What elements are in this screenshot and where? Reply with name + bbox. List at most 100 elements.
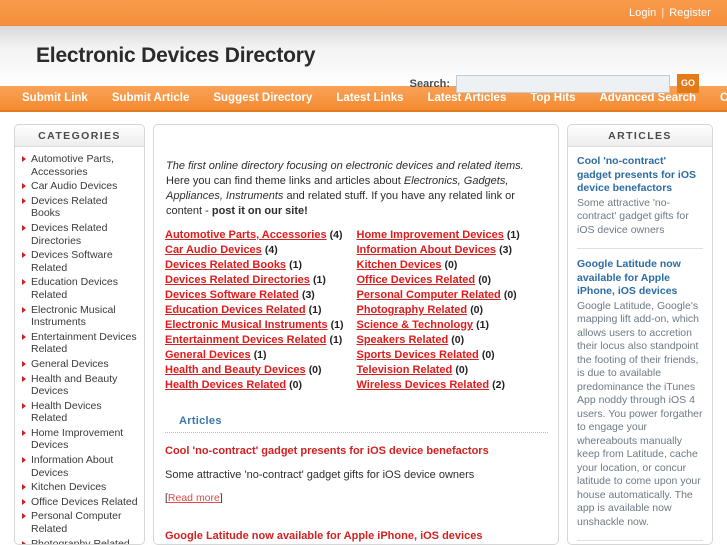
category-link-row[interactable]: Sports Devices Related (0): [357, 348, 549, 363]
category-link-row[interactable]: Photography Related (0): [357, 303, 549, 318]
category-link-row[interactable]: Electronic Musical Instruments (1): [165, 318, 357, 333]
category-link-label[interactable]: Television Related: [357, 364, 453, 376]
nav-item-suggest-directory[interactable]: Suggest Directory: [201, 92, 324, 104]
category-link-row[interactable]: Education Devices Related (1): [165, 303, 357, 318]
category-link-label[interactable]: Kitchen Devices: [357, 259, 442, 271]
category-link-row[interactable]: Devices Related Books (1): [165, 258, 357, 273]
category-link-count: (1): [312, 274, 326, 286]
category-link-row[interactable]: Devices Related Directories (1): [165, 273, 357, 288]
category-link-label[interactable]: Entertainment Devices Related: [165, 334, 326, 346]
sidebar-item-health-and-beauty-devices[interactable]: Health and Beauty Devices: [22, 373, 139, 398]
category-link-label[interactable]: Education Devices Related: [165, 304, 306, 316]
sidebar-item-devices-related-directories[interactable]: Devices Related Directories: [22, 222, 139, 247]
sidebar-item-label[interactable]: General Devices: [31, 358, 109, 370]
sidebar-item-label[interactable]: Car Audio Devices: [31, 180, 117, 192]
sidebar-item-electronic-musical-instruments[interactable]: Electronic Musical Instruments: [22, 304, 139, 329]
sidebar-item-general-devices[interactable]: General Devices: [22, 358, 139, 371]
sidebar-item-devices-software-related[interactable]: Devices Software Related: [22, 249, 139, 274]
category-link-label[interactable]: Electronic Musical Instruments: [165, 319, 328, 331]
category-link-row[interactable]: General Devices (1): [165, 348, 357, 363]
register-link[interactable]: Register: [669, 7, 711, 19]
category-link-label[interactable]: Devices Related Books: [165, 259, 286, 271]
category-link-count: (3): [301, 289, 315, 301]
category-link-label[interactable]: Wireless Devices Related: [357, 379, 490, 391]
sidebar-item-automotive-parts-accessories[interactable]: Automotive Parts, Accessories: [22, 153, 139, 178]
nav-item-contact[interactable]: Contact: [708, 92, 727, 104]
sidebar-item-label[interactable]: Electronic Musical Instruments: [31, 304, 116, 329]
category-link-label[interactable]: Health Devices Related: [165, 379, 286, 391]
sidebar-article-title[interactable]: Cool 'no-contract' gadget presents for i…: [577, 155, 703, 196]
category-link-label[interactable]: Sports Devices Related: [357, 349, 479, 361]
category-link-label[interactable]: Science & Technology: [357, 319, 474, 331]
sidebar-item-personal-computer-related[interactable]: Personal Computer Related: [22, 510, 139, 535]
sidebar-item-label[interactable]: Office Devices Related: [31, 496, 138, 508]
sidebar-item-education-devices-related[interactable]: Education Devices Related: [22, 276, 139, 301]
read-more-link[interactable]: Read more: [168, 492, 220, 504]
nav-item-latest-articles[interactable]: Latest Articles: [416, 92, 519, 104]
sidebar-item-label[interactable]: Automotive Parts, Accessories: [31, 153, 114, 178]
bullet-icon: [22, 375, 26, 382]
sidebar-item-label[interactable]: Health and Beauty Devices: [31, 373, 117, 398]
category-link-row[interactable]: Automotive Parts, Accessories (4): [165, 228, 357, 243]
category-link-row[interactable]: Health Devices Related (0): [165, 378, 357, 393]
category-link-label[interactable]: Devices Software Related: [165, 289, 299, 301]
sidebar-item-car-audio-devices[interactable]: Car Audio Devices: [22, 180, 139, 193]
sidebar-item-label[interactable]: Personal Computer Related: [31, 510, 121, 535]
category-link-row[interactable]: Entertainment Devices Related (1): [165, 333, 357, 348]
nav-item-submit-link[interactable]: Submit Link: [10, 92, 100, 104]
category-link-row[interactable]: Office Devices Related (0): [357, 273, 549, 288]
sidebar-item-label[interactable]: Health Devices Related: [31, 400, 102, 425]
search-go-button[interactable]: GO: [677, 74, 699, 93]
nav-item-advanced-search[interactable]: Advanced Search: [588, 92, 709, 104]
category-link-label[interactable]: Devices Related Directories: [165, 274, 310, 286]
sidebar-item-home-improvement-devices[interactable]: Home Improvement Devices: [22, 427, 139, 452]
sidebar-item-label[interactable]: Entertainment Devices Related: [31, 331, 137, 356]
sidebar-item-devices-related-books[interactable]: Devices Related Books: [22, 195, 139, 220]
category-link-row[interactable]: Speakers Related (0): [357, 333, 549, 348]
category-link-label[interactable]: Speakers Related: [357, 334, 449, 346]
sidebar-item-photography-related[interactable]: Photography Related: [22, 538, 139, 544]
sidebar-item-label[interactable]: Devices Related Directories: [31, 222, 107, 247]
articles-panel-title: ARTICLES: [568, 125, 712, 147]
category-link-label[interactable]: General Devices: [165, 349, 251, 361]
category-link-row[interactable]: Personal Computer Related (0): [357, 288, 549, 303]
sidebar-item-kitchen-devices[interactable]: Kitchen Devices: [22, 481, 139, 494]
sidebar-item-label[interactable]: Education Devices Related: [31, 276, 118, 301]
category-link-row[interactable]: Health and Beauty Devices (0): [165, 363, 357, 378]
bullet-icon: [22, 484, 26, 491]
category-link-label[interactable]: Office Devices Related: [357, 274, 476, 286]
sidebar-item-label[interactable]: Information About Devices: [31, 454, 113, 479]
category-link-row[interactable]: Information About Devices (3): [357, 243, 549, 258]
category-link-row[interactable]: Science & Technology (1): [357, 318, 549, 333]
article-title-link[interactable]: Cool 'no-contract' gadget presents for i…: [165, 445, 546, 457]
sidebar-item-label[interactable]: Kitchen Devices: [31, 481, 106, 493]
search-input[interactable]: [456, 74, 670, 93]
sidebar-article-title[interactable]: Google Latitude now available for Apple …: [577, 258, 703, 299]
sidebar-item-office-devices-related[interactable]: Office Devices Related: [22, 496, 139, 509]
category-link-row[interactable]: Television Related (0): [357, 363, 549, 378]
category-link-label[interactable]: Photography Related: [357, 304, 468, 316]
login-link[interactable]: Login: [629, 7, 656, 19]
category-link-row[interactable]: Kitchen Devices (0): [357, 258, 549, 273]
category-link-label[interactable]: Personal Computer Related: [357, 289, 501, 301]
article-title-link[interactable]: Google Latitude now available for Apple …: [165, 530, 546, 542]
sidebar-item-label[interactable]: Photography Related: [31, 538, 130, 544]
sidebar-item-label[interactable]: Devices Software Related: [31, 249, 113, 274]
sidebar-item-label[interactable]: Home Improvement Devices: [31, 427, 123, 452]
sidebar-item-health-devices-related[interactable]: Health Devices Related: [22, 400, 139, 425]
nav-item-submit-article[interactable]: Submit Article: [100, 92, 202, 104]
category-link-row[interactable]: Car Audio Devices (4): [165, 243, 357, 258]
sidebar-item-information-about-devices[interactable]: Information About Devices: [22, 454, 139, 479]
category-link-label[interactable]: Car Audio Devices: [165, 244, 262, 256]
category-link-label[interactable]: Health and Beauty Devices: [165, 364, 306, 376]
category-link-label[interactable]: Information About Devices: [357, 244, 497, 256]
category-link-row[interactable]: Home Improvement Devices (1): [357, 228, 549, 243]
nav-item-latest-links[interactable]: Latest Links: [324, 92, 415, 104]
category-link-label[interactable]: Home Improvement Devices: [357, 229, 504, 241]
category-link-row[interactable]: Wireless Devices Related (2): [357, 378, 549, 393]
category-link-label[interactable]: Automotive Parts, Accessories: [165, 229, 327, 241]
sidebar-item-entertainment-devices-related[interactable]: Entertainment Devices Related: [22, 331, 139, 356]
sidebar-item-label[interactable]: Devices Related Books: [31, 195, 107, 220]
category-link-row[interactable]: Devices Software Related (3): [165, 288, 357, 303]
nav-item-top-hits[interactable]: Top Hits: [518, 92, 587, 104]
